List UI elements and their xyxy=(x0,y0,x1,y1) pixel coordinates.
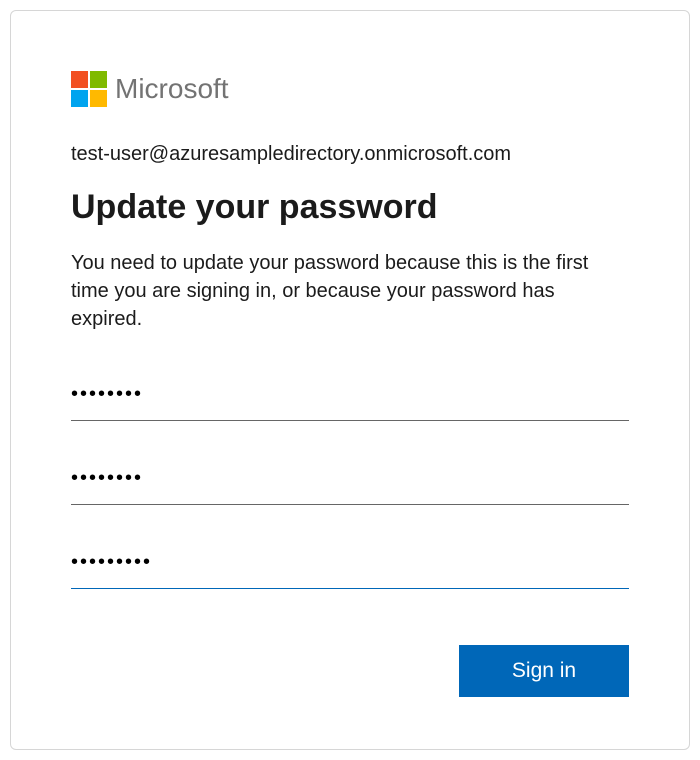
instruction-text: You need to update your password because… xyxy=(71,249,629,333)
page-title: Update your password xyxy=(71,188,629,227)
brand-header: Microsoft xyxy=(71,71,629,107)
new-password-input[interactable] xyxy=(71,457,629,505)
microsoft-logo-icon xyxy=(71,71,107,107)
sign-in-button[interactable]: Sign in xyxy=(459,645,629,697)
action-row: Sign in xyxy=(71,645,629,697)
brand-name: Microsoft xyxy=(115,73,229,105)
confirm-password-input[interactable] xyxy=(71,541,629,589)
user-email: test-user@azuresampledirectory.onmicroso… xyxy=(71,143,629,166)
current-password-input[interactable] xyxy=(71,373,629,421)
password-update-card: Microsoft test-user@azuresampledirectory… xyxy=(10,10,690,750)
